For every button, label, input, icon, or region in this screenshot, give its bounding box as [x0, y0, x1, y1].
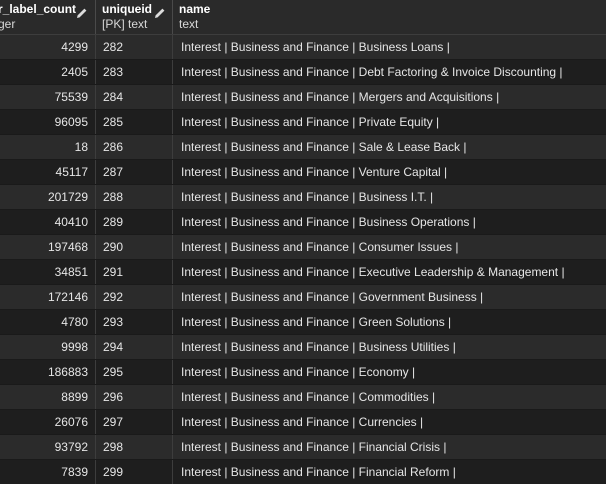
cell-name[interactable]: Interest | Business and Finance | Ventur…: [173, 160, 606, 184]
cell-uniqueid[interactable]: 298: [96, 435, 173, 459]
cell-label-count[interactable]: 26076: [0, 410, 96, 434]
cell-label-count[interactable]: 197468: [0, 235, 96, 259]
table-row[interactable]: 186883 295 Interest | Business and Finance…: [0, 360, 606, 385]
table-row[interactable]: 197468 290 Interest | Business and Finance…: [0, 235, 606, 260]
pencil-icon[interactable]: [76, 7, 88, 19]
cell-uniqueid[interactable]: 291: [96, 260, 173, 284]
column-name: name: [179, 2, 211, 16]
pencil-icon[interactable]: [154, 7, 166, 19]
cell-name[interactable]: Interest | Business and Finance | Financ…: [173, 460, 606, 484]
cell-label-count[interactable]: 34851: [0, 260, 96, 284]
cell-label-count[interactable]: 172146: [0, 285, 96, 309]
cell-uniqueid[interactable]: 292: [96, 285, 173, 309]
cell-uniqueid[interactable]: 290: [96, 235, 173, 259]
table-row[interactable]: 4299 282 Interest | Business and Finance |…: [0, 35, 606, 60]
cell-label-count[interactable]: 201729: [0, 185, 96, 209]
table-row[interactable]: 9998 294 Interest | Business and Finance |…: [0, 335, 606, 360]
cell-uniqueid[interactable]: 288: [96, 185, 173, 209]
cell-name[interactable]: Interest | Business and Finance | Econom…: [173, 360, 606, 384]
cell-uniqueid[interactable]: 294: [96, 335, 173, 359]
cell-label-count[interactable]: 4299: [0, 35, 96, 59]
cell-label-count[interactable]: 75539: [0, 85, 96, 109]
cell-name[interactable]: Interest | Business and Finance | Busine…: [173, 185, 606, 209]
column-header-name[interactable]: name text: [173, 0, 606, 34]
cell-label-count[interactable]: 186883: [0, 360, 96, 384]
cell-name[interactable]: Interest | Business and Finance | Debt F…: [173, 60, 606, 84]
cell-uniqueid[interactable]: 297: [96, 410, 173, 434]
table-row[interactable]: 172146 292 Interest | Business and Finance…: [0, 285, 606, 310]
cell-uniqueid[interactable]: 283: [96, 60, 173, 84]
grid-header: r_label_count ger uniqueid [PK] text nam…: [0, 0, 606, 35]
table-row[interactable]: 4780 293 Interest | Business and Finance |…: [0, 310, 606, 335]
cell-name[interactable]: Interest | Business and Finance | Busine…: [173, 210, 606, 234]
cell-name[interactable]: Interest | Business and Finance | Execut…: [173, 260, 606, 284]
column-type: text: [179, 17, 199, 31]
table-row[interactable]: 96095 285 Interest | Business and Finance …: [0, 110, 606, 135]
cell-uniqueid[interactable]: 285: [96, 110, 173, 134]
cell-uniqueid[interactable]: 286: [96, 135, 173, 159]
cell-uniqueid[interactable]: 282: [96, 35, 173, 59]
table-row[interactable]: 201729 288 Interest | Business and Finance…: [0, 185, 606, 210]
table-row[interactable]: 2405 283 Interest | Business and Finance |…: [0, 60, 606, 85]
table-row[interactable]: 34851 291 Interest | Business and Finance …: [0, 260, 606, 285]
cell-name[interactable]: Interest | Business and Finance | Busine…: [173, 335, 606, 359]
cell-label-count[interactable]: 93792: [0, 435, 96, 459]
cell-name[interactable]: Interest | Business and Finance | Sale &…: [173, 135, 606, 159]
cell-label-count[interactable]: 8899: [0, 385, 96, 409]
column-type: [PK] text: [102, 17, 148, 31]
column-type: ger: [0, 17, 16, 31]
cell-label-count[interactable]: 40410: [0, 210, 96, 234]
query-results-grid: r_label_count ger uniqueid [PK] text nam…: [0, 0, 606, 484]
cell-label-count[interactable]: 96095: [0, 110, 96, 134]
table-row[interactable]: 7839 299 Interest | Business and Finance |…: [0, 460, 606, 484]
table-row[interactable]: 40410 289 Interest | Business and Finance …: [0, 210, 606, 235]
cell-label-count[interactable]: 45117: [0, 160, 96, 184]
column-name: r_label_count: [0, 2, 77, 16]
grid-body: 4299 282 Interest | Business and Finance |…: [0, 35, 606, 484]
cell-label-count[interactable]: 18: [0, 135, 96, 159]
cell-name[interactable]: Interest | Business and Finance | Privat…: [173, 110, 606, 134]
cell-uniqueid[interactable]: 289: [96, 210, 173, 234]
cell-uniqueid[interactable]: 293: [96, 310, 173, 334]
cell-name[interactable]: Interest | Business and Finance | Consum…: [173, 235, 606, 259]
cell-name[interactable]: Interest | Business and Finance | Busine…: [173, 35, 606, 59]
cell-label-count[interactable]: 7839: [0, 460, 96, 484]
table-row[interactable]: 75539 284 Interest | Business and Finance …: [0, 85, 606, 110]
column-header-uniqueid[interactable]: uniqueid [PK] text: [96, 0, 173, 34]
cell-label-count[interactable]: 9998: [0, 335, 96, 359]
cell-uniqueid[interactable]: 296: [96, 385, 173, 409]
cell-uniqueid[interactable]: 299: [96, 460, 173, 484]
column-header-label-count[interactable]: r_label_count ger: [0, 0, 96, 34]
cell-name[interactable]: Interest | Business and Finance | Curren…: [173, 410, 606, 434]
table-row[interactable]: 8899 296 Interest | Business and Finance |…: [0, 385, 606, 410]
cell-label-count[interactable]: 4780: [0, 310, 96, 334]
cell-name[interactable]: Interest | Business and Finance | Financ…: [173, 435, 606, 459]
table-row[interactable]: 93792 298 Interest | Business and Finance …: [0, 435, 606, 460]
cell-name[interactable]: Interest | Business and Finance | Commod…: [173, 385, 606, 409]
cell-name[interactable]: Interest | Business and Finance | Green …: [173, 310, 606, 334]
column-name: uniqueid: [102, 2, 152, 16]
cell-uniqueid[interactable]: 295: [96, 360, 173, 384]
cell-uniqueid[interactable]: 284: [96, 85, 173, 109]
table-row[interactable]: 26076 297 Interest | Business and Finance …: [0, 410, 606, 435]
cell-name[interactable]: Interest | Business and Finance | Merger…: [173, 85, 606, 109]
table-row[interactable]: 45117 287 Interest | Business and Finance …: [0, 160, 606, 185]
cell-name[interactable]: Interest | Business and Finance | Govern…: [173, 285, 606, 309]
table-row[interactable]: 18 286 Interest | Business and Finance | S…: [0, 135, 606, 160]
cell-label-count[interactable]: 2405: [0, 60, 96, 84]
cell-uniqueid[interactable]: 287: [96, 160, 173, 184]
